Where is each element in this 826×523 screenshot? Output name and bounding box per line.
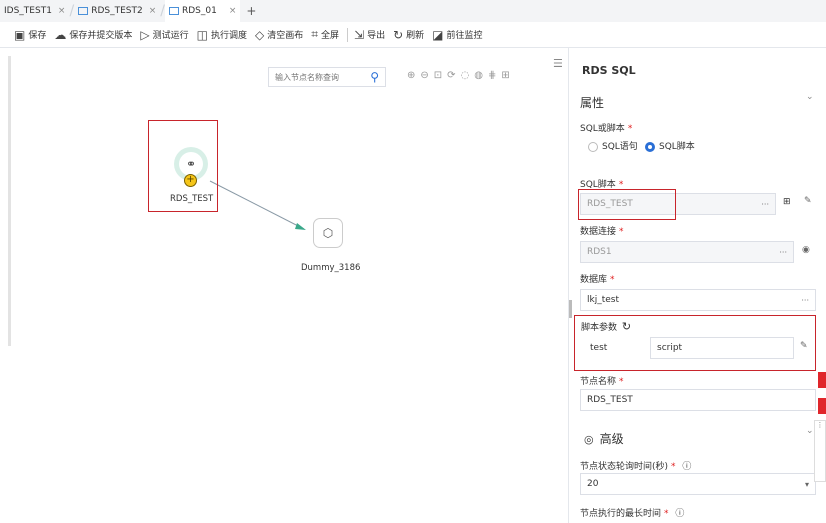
service-tab[interactable] (818, 398, 826, 414)
poll-interval-label: 节点状态轮询时间(秒) * ⓘ (580, 462, 692, 472)
new-script-icon[interactable]: ⊞ (783, 197, 791, 207)
sql-or-script-label: SQL或脚本 * (580, 124, 633, 134)
edit-icon[interactable]: ✎ (804, 196, 812, 206)
chevron-down-icon[interactable]: ⌄ (806, 426, 814, 436)
eraser-icon: ◇ (254, 27, 265, 42)
zoom-out-icon[interactable]: ⊖ (420, 70, 428, 81)
script-file-icon (78, 7, 89, 15)
layout-icon[interactable]: ◌ (461, 70, 470, 81)
database-label: 数据库 * (580, 275, 615, 285)
tab-label: RDS_TEST2 (91, 6, 143, 16)
tab-label: RDS_01 (181, 6, 217, 16)
radio-sql-script[interactable]: SQL脚本 (645, 139, 695, 152)
node-name-field[interactable]: RDS_TEST (580, 389, 816, 411)
fullscreen-button[interactable]: ⌗ 全屏 (311, 27, 339, 42)
format-icon[interactable]: ⟳ (447, 70, 455, 81)
datasource-field[interactable]: RDS1 ··· (580, 241, 794, 263)
tab-bar: IDS_TEST1 × / RDS_TEST2 × / RDS_01 × + (0, 0, 826, 22)
datasource-label: 数据连接 * (580, 227, 624, 237)
add-tab-icon[interactable]: + (246, 4, 256, 18)
close-icon[interactable]: × (58, 6, 66, 16)
edge-layer (209, 180, 306, 230)
cube-icon: ⬡ (322, 226, 334, 240)
close-icon[interactable]: × (229, 6, 237, 16)
arrow-head (295, 223, 306, 230)
sql-script-highlight (578, 189, 676, 220)
refresh-icon: ↻ (393, 27, 404, 42)
grid-icon[interactable]: ◍ (474, 70, 483, 81)
properties-panel (568, 48, 826, 523)
dummy-node[interactable]: ⬡ (313, 218, 343, 248)
save-submit-button[interactable]: ☁ 保存并提交版本 (54, 28, 132, 42)
chevron-down-icon[interactable]: ⌄ (806, 92, 814, 102)
dummy-node-label: Dummy_3186 (301, 263, 361, 273)
section-properties[interactable]: 属性 (580, 94, 604, 111)
advanced-icon: ◎ (584, 433, 594, 446)
schedule-icon: ◫ (196, 27, 208, 42)
monitor-icon: ◪ (432, 27, 444, 42)
eye-icon[interactable]: ◉ (802, 245, 810, 255)
tree-icon[interactable]: ⊞ (501, 70, 509, 81)
canvas-tools: ⊕ ⊖ ⊡ ⟳ ◌ ◍ ⋕ ⊞ (407, 70, 510, 81)
database-field[interactable]: lkj_test ··· (580, 289, 816, 311)
panel-title: RDS SQL (582, 64, 636, 77)
rds-node-label: RDS_TEST (170, 194, 214, 204)
script-params-highlight (574, 315, 816, 371)
toolbar: ▣ 保存 ☁ 保存并提交版本 ▷ 测试运行 ◫ 执行调度 ◇ 清空画布 ⌗ 全屏… (0, 22, 826, 48)
tab-rds-test2[interactable]: RDS_TEST2 × (74, 0, 160, 22)
tab-ids-test1[interactable]: IDS_TEST1 × (0, 0, 69, 22)
panel-scrollbar[interactable] (569, 300, 572, 318)
rds-node-icon: ⚭ (179, 152, 203, 176)
connector-edge (209, 180, 305, 230)
cloud-upload-icon: ☁ (54, 27, 67, 42)
section-advanced[interactable]: ◎ 高级 (584, 430, 624, 447)
radio-sql-statement[interactable]: SQL语句 (588, 139, 638, 152)
snap-icon[interactable]: ⋕ (488, 70, 496, 81)
fit-view-icon[interactable]: ⊡ (434, 70, 442, 81)
radio-icon (588, 141, 598, 152)
refresh-button[interactable]: ↻ 刷新 (393, 28, 424, 42)
save-button[interactable]: ▣ 保存 (14, 28, 46, 42)
canvas-scrollbar[interactable] (8, 56, 11, 346)
zoom-in-icon[interactable]: ⊕ (407, 70, 415, 81)
monitor-button[interactable]: ◪ 前往监控 (432, 28, 482, 42)
side-helper-panel[interactable]: ⋮ (814, 420, 826, 482)
radio-selected-icon (645, 141, 655, 152)
test-run-button[interactable]: ▷ 测试运行 (140, 28, 188, 42)
more-button[interactable]: ··· (779, 248, 787, 257)
help-icon[interactable]: ⓘ (682, 462, 691, 472)
dropdown-caret-icon: ▾ (804, 479, 809, 489)
clear-canvas-button[interactable]: ◇ 清空画布 (255, 28, 303, 42)
poll-interval-select[interactable]: 20 ▾ (580, 473, 816, 495)
node-search-input[interactable] (275, 72, 365, 82)
export-button[interactable]: ⇲ 导出 (354, 28, 385, 42)
search-icon[interactable]: ⚲ (370, 70, 379, 84)
more-button[interactable]: ··· (801, 296, 809, 305)
help-icon[interactable]: ⓘ (675, 509, 684, 519)
max-exec-label: 节点执行的最长时间 * ⓘ (580, 509, 685, 519)
more-button[interactable]: ··· (761, 200, 769, 209)
tab-rds-01[interactable]: RDS_01 × (164, 0, 241, 22)
schedule-button[interactable]: ◫ 执行调度 (197, 28, 247, 42)
add-node-icon[interactable]: + (184, 174, 197, 187)
node-search[interactable]: ⚲ (268, 67, 386, 87)
collapse-panel-icon[interactable]: ☰ (553, 57, 563, 70)
workflow-canvas[interactable]: ⚲ ⊕ ⊖ ⊡ ⟳ ◌ ◍ ⋕ ⊞ ☰ ⚭ + RDS_TEST ⬡ Dummy… (0, 48, 568, 523)
play-icon: ▷ (140, 27, 150, 42)
toolbar-divider (347, 27, 349, 42)
close-icon[interactable]: × (149, 6, 157, 16)
node-name-label: 节点名称 * (580, 377, 624, 387)
fullscreen-icon: ⌗ (311, 27, 318, 41)
tab-label: IDS_TEST1 (4, 6, 52, 16)
export-icon: ⇲ (354, 27, 365, 42)
job-file-icon (168, 7, 179, 15)
save-icon: ▣ (14, 27, 26, 42)
feedback-tab[interactable] (818, 372, 826, 388)
